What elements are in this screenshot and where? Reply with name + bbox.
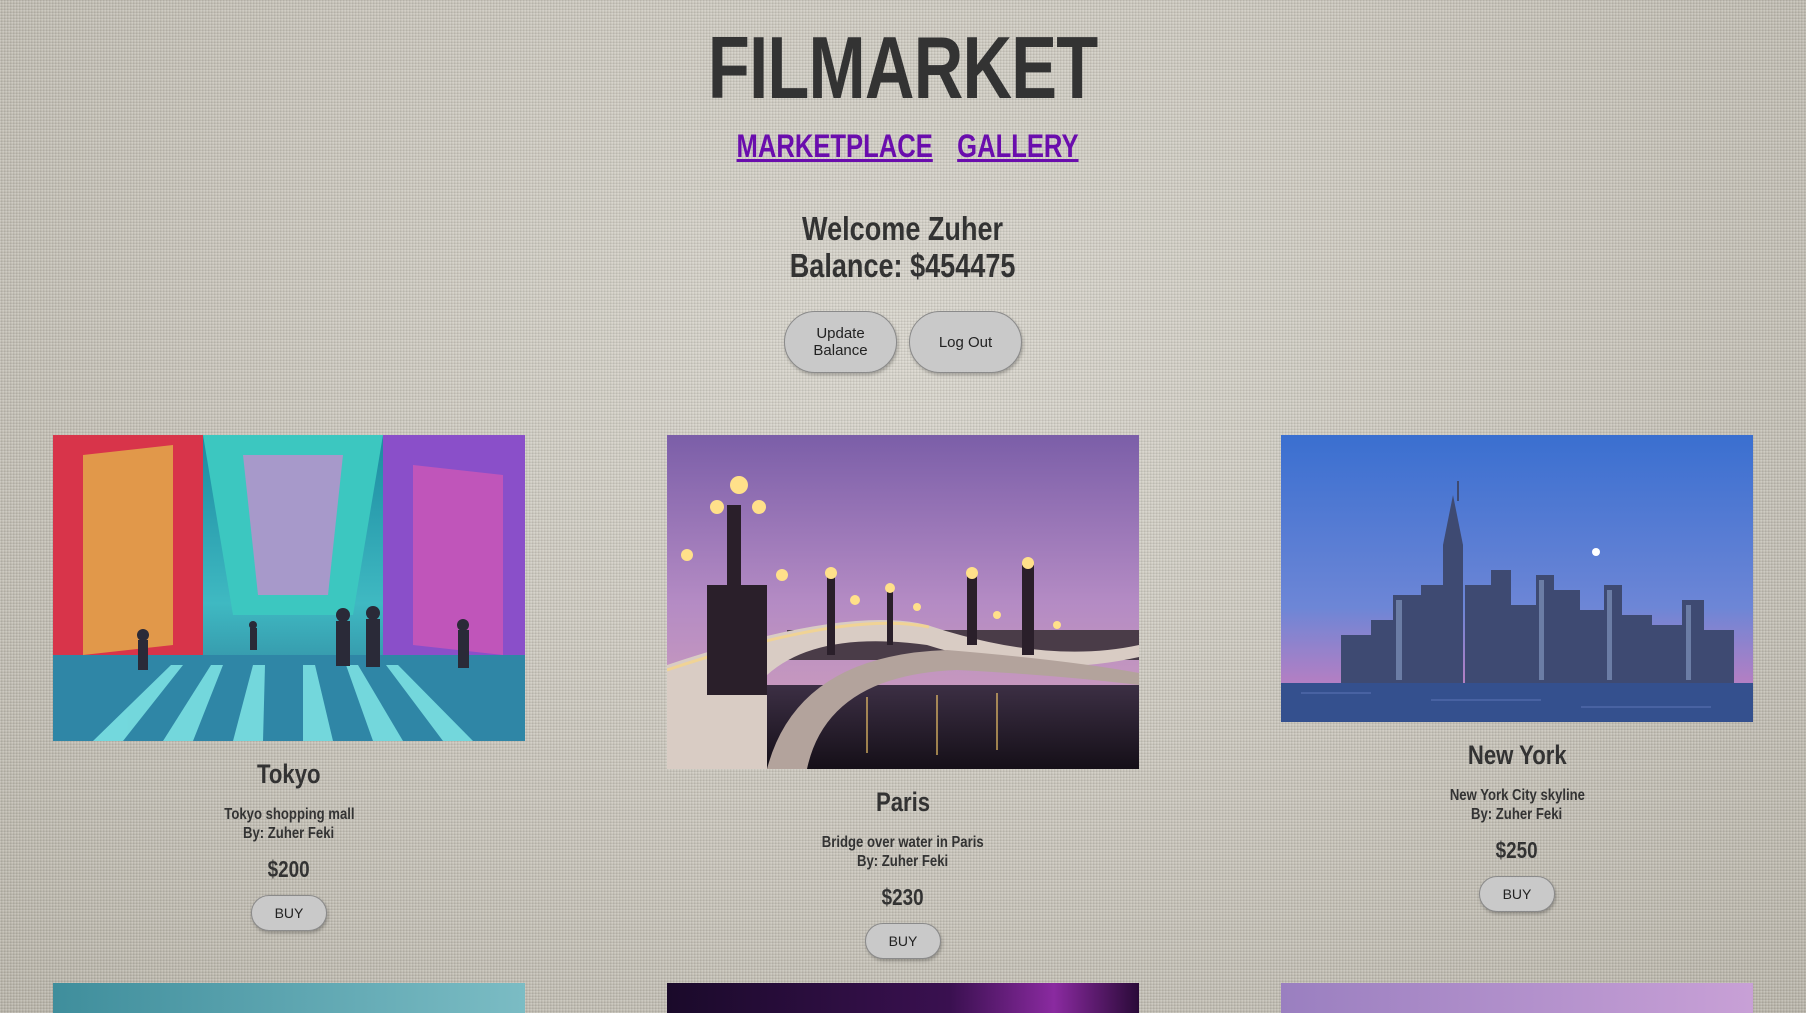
card-author: By: Zuher Feki [1471,806,1563,823]
brand-text: FILMARKET [708,18,1098,117]
card-description: Bridge over water in Paris [822,834,984,851]
update-balance-label: Update Balance [813,325,868,359]
nav-link-gallery[interactable]: GALLERY [957,126,1078,166]
buy-button[interactable]: BUY [865,923,941,959]
card-author: By: Zuher Feki [857,853,949,870]
buy-button[interactable]: BUY [251,895,327,931]
next-card-image-partial[interactable] [53,983,525,1013]
nav-link-marketplace[interactable]: MARKETPLACE [737,126,933,166]
card-author: By: Zuher Feki [243,825,335,842]
card-description: New York City skyline [1449,787,1585,804]
balance-display: Balance: $454475 [790,247,1016,284]
card-price: $250 [1496,837,1538,863]
card-title: New York [1467,740,1567,770]
main-nav: MARKETPLACE GALLERY [0,126,1806,166]
card-price: $230 [882,884,924,910]
next-card-image-partial[interactable] [667,983,1139,1013]
card-title: Tokyo [257,759,321,789]
update-balance-button[interactable]: Update Balance [784,311,897,373]
card-price: $200 [268,856,310,882]
product-card-paris: Paris Bridge over water in Paris By: Zuh… [667,435,1139,959]
log-out-label: Log Out [938,333,993,351]
buy-button[interactable]: BUY [1479,876,1555,912]
user-info: Welcome Zuher Balance: $454475 [0,210,1806,284]
welcome-message: Welcome Zuher [802,210,1004,247]
product-card-new-york: New York New York City skyline By: Zuher… [1281,435,1753,912]
card-title: Paris [875,787,931,817]
paris-bridge-photo[interactable] [667,435,1139,769]
product-card-tokyo: Tokyo Tokyo shopping mall By: Zuher Feki… [53,435,525,931]
card-description: Tokyo shopping mall [223,806,355,823]
next-card-image-partial[interactable] [1281,983,1753,1013]
log-out-button[interactable]: Log Out [909,311,1022,373]
site-logo-title: FILMARKET [0,18,1806,118]
new-york-skyline-photo[interactable] [1281,435,1753,722]
tokyo-street-photo[interactable] [53,435,525,741]
